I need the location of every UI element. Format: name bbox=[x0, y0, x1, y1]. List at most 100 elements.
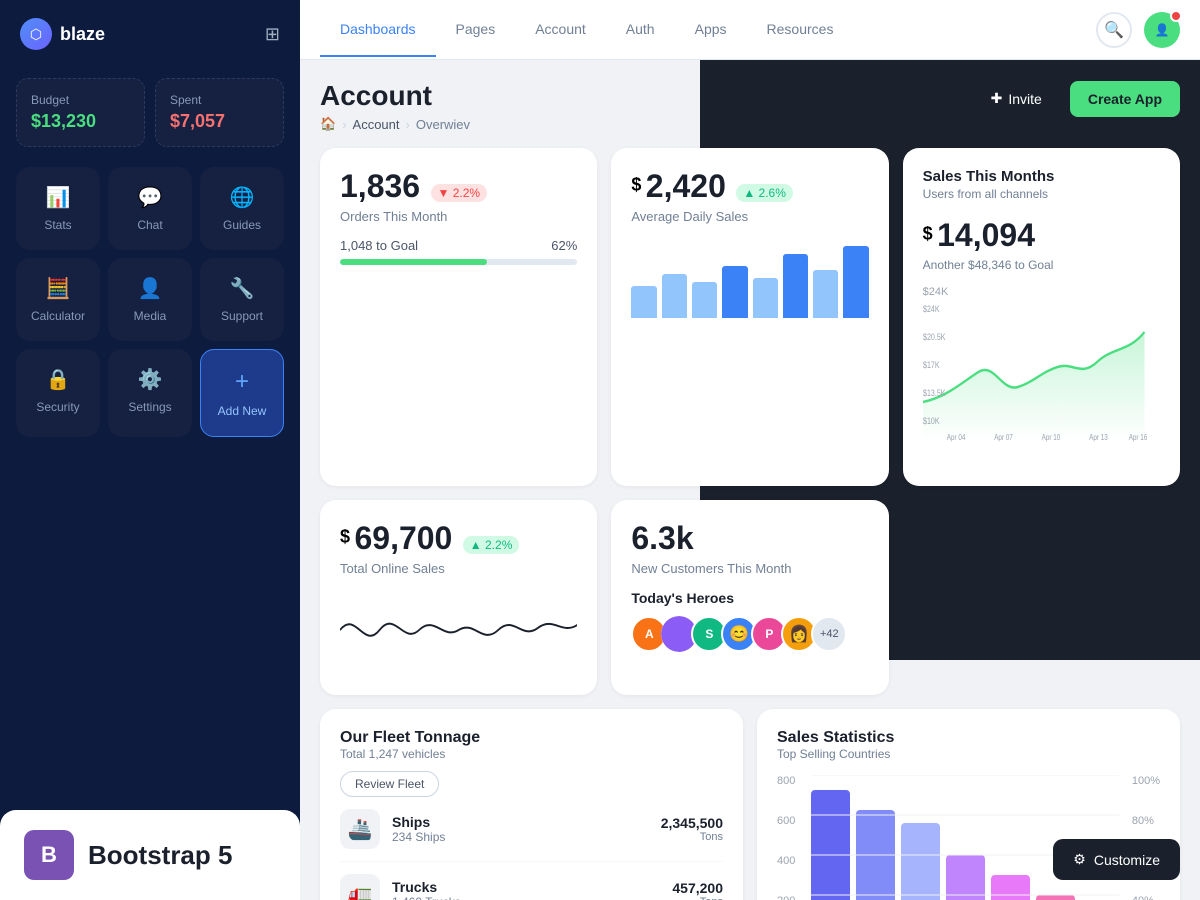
tab-apps[interactable]: Apps bbox=[675, 3, 747, 57]
chat-icon: 💬 bbox=[138, 185, 163, 210]
nav-tabs: Dashboards Pages Account Auth Apps Resou… bbox=[320, 3, 853, 57]
fleet-item-ships: 🚢 Ships 234 Ships 2,345,500 Tons bbox=[340, 797, 723, 862]
svg-text:$10K: $10K bbox=[923, 416, 940, 426]
fleet-value-trucks: 457,200 Tons bbox=[672, 880, 723, 900]
customize-icon: ⚙ bbox=[1073, 851, 1086, 868]
wavy-chart bbox=[340, 590, 577, 670]
bootstrap-badge: B Bootstrap 5 bbox=[0, 810, 300, 900]
sales-subtext: Another $48,346 to Goal bbox=[923, 258, 1160, 272]
sales-stats-subtitle: Top Selling Countries bbox=[777, 747, 1160, 761]
stats-row-1: 1,836 ▼ 2.2% Orders This Month 1,048 to … bbox=[320, 148, 1180, 486]
invite-button[interactable]: ✚ Invite bbox=[973, 80, 1060, 117]
sidebar-item-label: Add New bbox=[218, 404, 267, 418]
spent-card: Spent $7,057 bbox=[155, 78, 284, 147]
sales-card-subtitle: Users from all channels bbox=[923, 187, 1160, 201]
fleet-info-ships: Ships 234 Ships bbox=[392, 814, 661, 844]
fleet-info-trucks: Trucks 1,460 Trucks bbox=[392, 879, 672, 900]
breadcrumb-home[interactable]: 🏠 bbox=[320, 116, 336, 132]
svg-text:Apr 13: Apr 13 bbox=[1089, 432, 1108, 442]
stats-row-2: $ 69,700 ▲ 2.2% Total Online Sales 6.3k bbox=[320, 500, 1180, 695]
bootstrap-icon: B bbox=[24, 830, 74, 880]
fleet-number-trucks: 457,200 bbox=[672, 880, 723, 896]
svg-text:Apr 16: Apr 16 bbox=[1128, 432, 1147, 442]
heroes-section: Today's Heroes A S 😊 P bbox=[631, 590, 868, 652]
progress-label: 1,048 to Goal bbox=[340, 238, 418, 253]
svg-text:$20.5K: $20.5K bbox=[923, 332, 946, 342]
fleet-subtitle: Total 1,247 vehicles bbox=[340, 747, 723, 761]
customize-button[interactable]: ⚙ Customize bbox=[1053, 839, 1180, 880]
page-header: Account 🏠 › Account › Overwiev ✚ Invite … bbox=[320, 80, 1180, 132]
svg-text:$17K: $17K bbox=[923, 360, 940, 370]
fleet-value-ships: 2,345,500 Tons bbox=[661, 815, 723, 843]
logo: ⬡ blaze bbox=[20, 18, 105, 50]
create-app-button[interactable]: Create App bbox=[1070, 81, 1180, 117]
tab-account[interactable]: Account bbox=[515, 3, 606, 57]
bar-7 bbox=[813, 270, 838, 318]
trucks-icon: 🚛 bbox=[340, 874, 380, 900]
sales-stats-title: Sales Statistics bbox=[777, 729, 1160, 747]
support-icon: 🔧 bbox=[230, 276, 255, 301]
add-icon: + bbox=[235, 368, 249, 396]
fleet-unit-trucks: Tons bbox=[672, 896, 723, 900]
tab-auth[interactable]: Auth bbox=[606, 3, 675, 57]
orders-badge: ▼ 2.2% bbox=[431, 184, 488, 202]
grid-svg bbox=[811, 775, 1120, 900]
breadcrumb-current: Overwiev bbox=[416, 117, 470, 132]
svg-text:Apr 07: Apr 07 bbox=[994, 432, 1013, 442]
budget-cards: Budget $13,230 Spent $7,057 bbox=[0, 68, 300, 167]
fleet-unit-ships: Tons bbox=[661, 831, 723, 843]
sidebar-item-label: Calculator bbox=[31, 309, 85, 323]
tab-dashboards[interactable]: Dashboards bbox=[320, 3, 436, 57]
plus-icon: ✚ bbox=[991, 90, 1003, 107]
sidebar-item-chat[interactable]: 💬 Chat bbox=[108, 167, 192, 250]
mini-bar-chart bbox=[631, 238, 868, 318]
sidebar-item-label: Security bbox=[36, 400, 79, 414]
customers-value: 6.3k bbox=[631, 520, 693, 556]
ships-icon: 🚢 bbox=[340, 809, 380, 849]
sidebar: ⬡ blaze ⊞ Budget $13,230 Spent $7,057 📊 … bbox=[0, 0, 300, 900]
avg-sales-card: $ 2,420 ▲ 2.6% Average Daily Sales bbox=[611, 148, 888, 486]
sidebar-item-guides[interactable]: 🌐 Guides bbox=[200, 167, 284, 250]
sidebar-item-calculator[interactable]: 🧮 Calculator bbox=[16, 258, 100, 341]
tab-pages[interactable]: Pages bbox=[436, 3, 516, 57]
bar-5 bbox=[753, 278, 778, 318]
sidebar-item-add-new[interactable]: + Add New bbox=[200, 349, 284, 437]
menu-icon[interactable]: ⊞ bbox=[265, 24, 280, 45]
bar-1 bbox=[631, 286, 656, 318]
tab-resources[interactable]: Resources bbox=[747, 3, 854, 57]
dark-chart-placeholder bbox=[903, 500, 1180, 695]
sidebar-item-security[interactable]: 🔒 Security bbox=[16, 349, 100, 437]
top-nav-actions: 🔍 👤 bbox=[1096, 12, 1180, 48]
orders-value-row: 1,836 ▼ 2.2% bbox=[340, 168, 577, 205]
bar-chart bbox=[811, 775, 1120, 900]
orders-card: 1,836 ▼ 2.2% Orders This Month 1,048 to … bbox=[320, 148, 597, 486]
breadcrumb-account[interactable]: Account bbox=[353, 117, 400, 132]
review-fleet-button[interactable]: Review Fleet bbox=[340, 771, 439, 797]
sidebar-item-stats[interactable]: 📊 Stats bbox=[16, 167, 100, 250]
search-button[interactable]: 🔍 bbox=[1096, 12, 1132, 48]
sidebar-item-support[interactable]: 🔧 Support bbox=[200, 258, 284, 341]
sidebar-item-label: Guides bbox=[223, 218, 261, 232]
content-inner: Account 🏠 › Account › Overwiev ✚ Invite … bbox=[320, 80, 1180, 900]
sidebar-item-media[interactable]: 👤 Media bbox=[108, 258, 192, 341]
progress-bar bbox=[340, 259, 577, 265]
total-sales-label: Total Online Sales bbox=[340, 561, 577, 576]
media-icon: 👤 bbox=[138, 276, 163, 301]
fleet-name-trucks: Trucks bbox=[392, 879, 672, 895]
main-content: Dashboards Pages Account Auth Apps Resou… bbox=[300, 0, 1200, 900]
bottom-row: Our Fleet Tonnage Total 1,247 vehicles R… bbox=[320, 709, 1180, 900]
sidebar-item-settings[interactable]: ⚙️ Settings bbox=[108, 349, 192, 437]
user-avatar[interactable]: 👤 bbox=[1144, 12, 1180, 48]
sidebar-item-label: Media bbox=[134, 309, 167, 323]
sales-big-value: 14,094 bbox=[937, 217, 1035, 253]
security-icon: 🔒 bbox=[46, 367, 71, 392]
header-actions: ✚ Invite Create App bbox=[973, 80, 1180, 117]
bar-6 bbox=[783, 254, 808, 318]
sidebar-item-label: Stats bbox=[44, 218, 71, 232]
progress-pct: 62% bbox=[551, 238, 577, 253]
bar-4 bbox=[722, 266, 747, 318]
sidebar-item-label: Settings bbox=[128, 400, 171, 414]
avg-sales-label: Average Daily Sales bbox=[631, 209, 868, 224]
budget-label: Budget bbox=[31, 93, 130, 107]
sales-month-card: Sales This Months Users from all channel… bbox=[903, 148, 1180, 486]
